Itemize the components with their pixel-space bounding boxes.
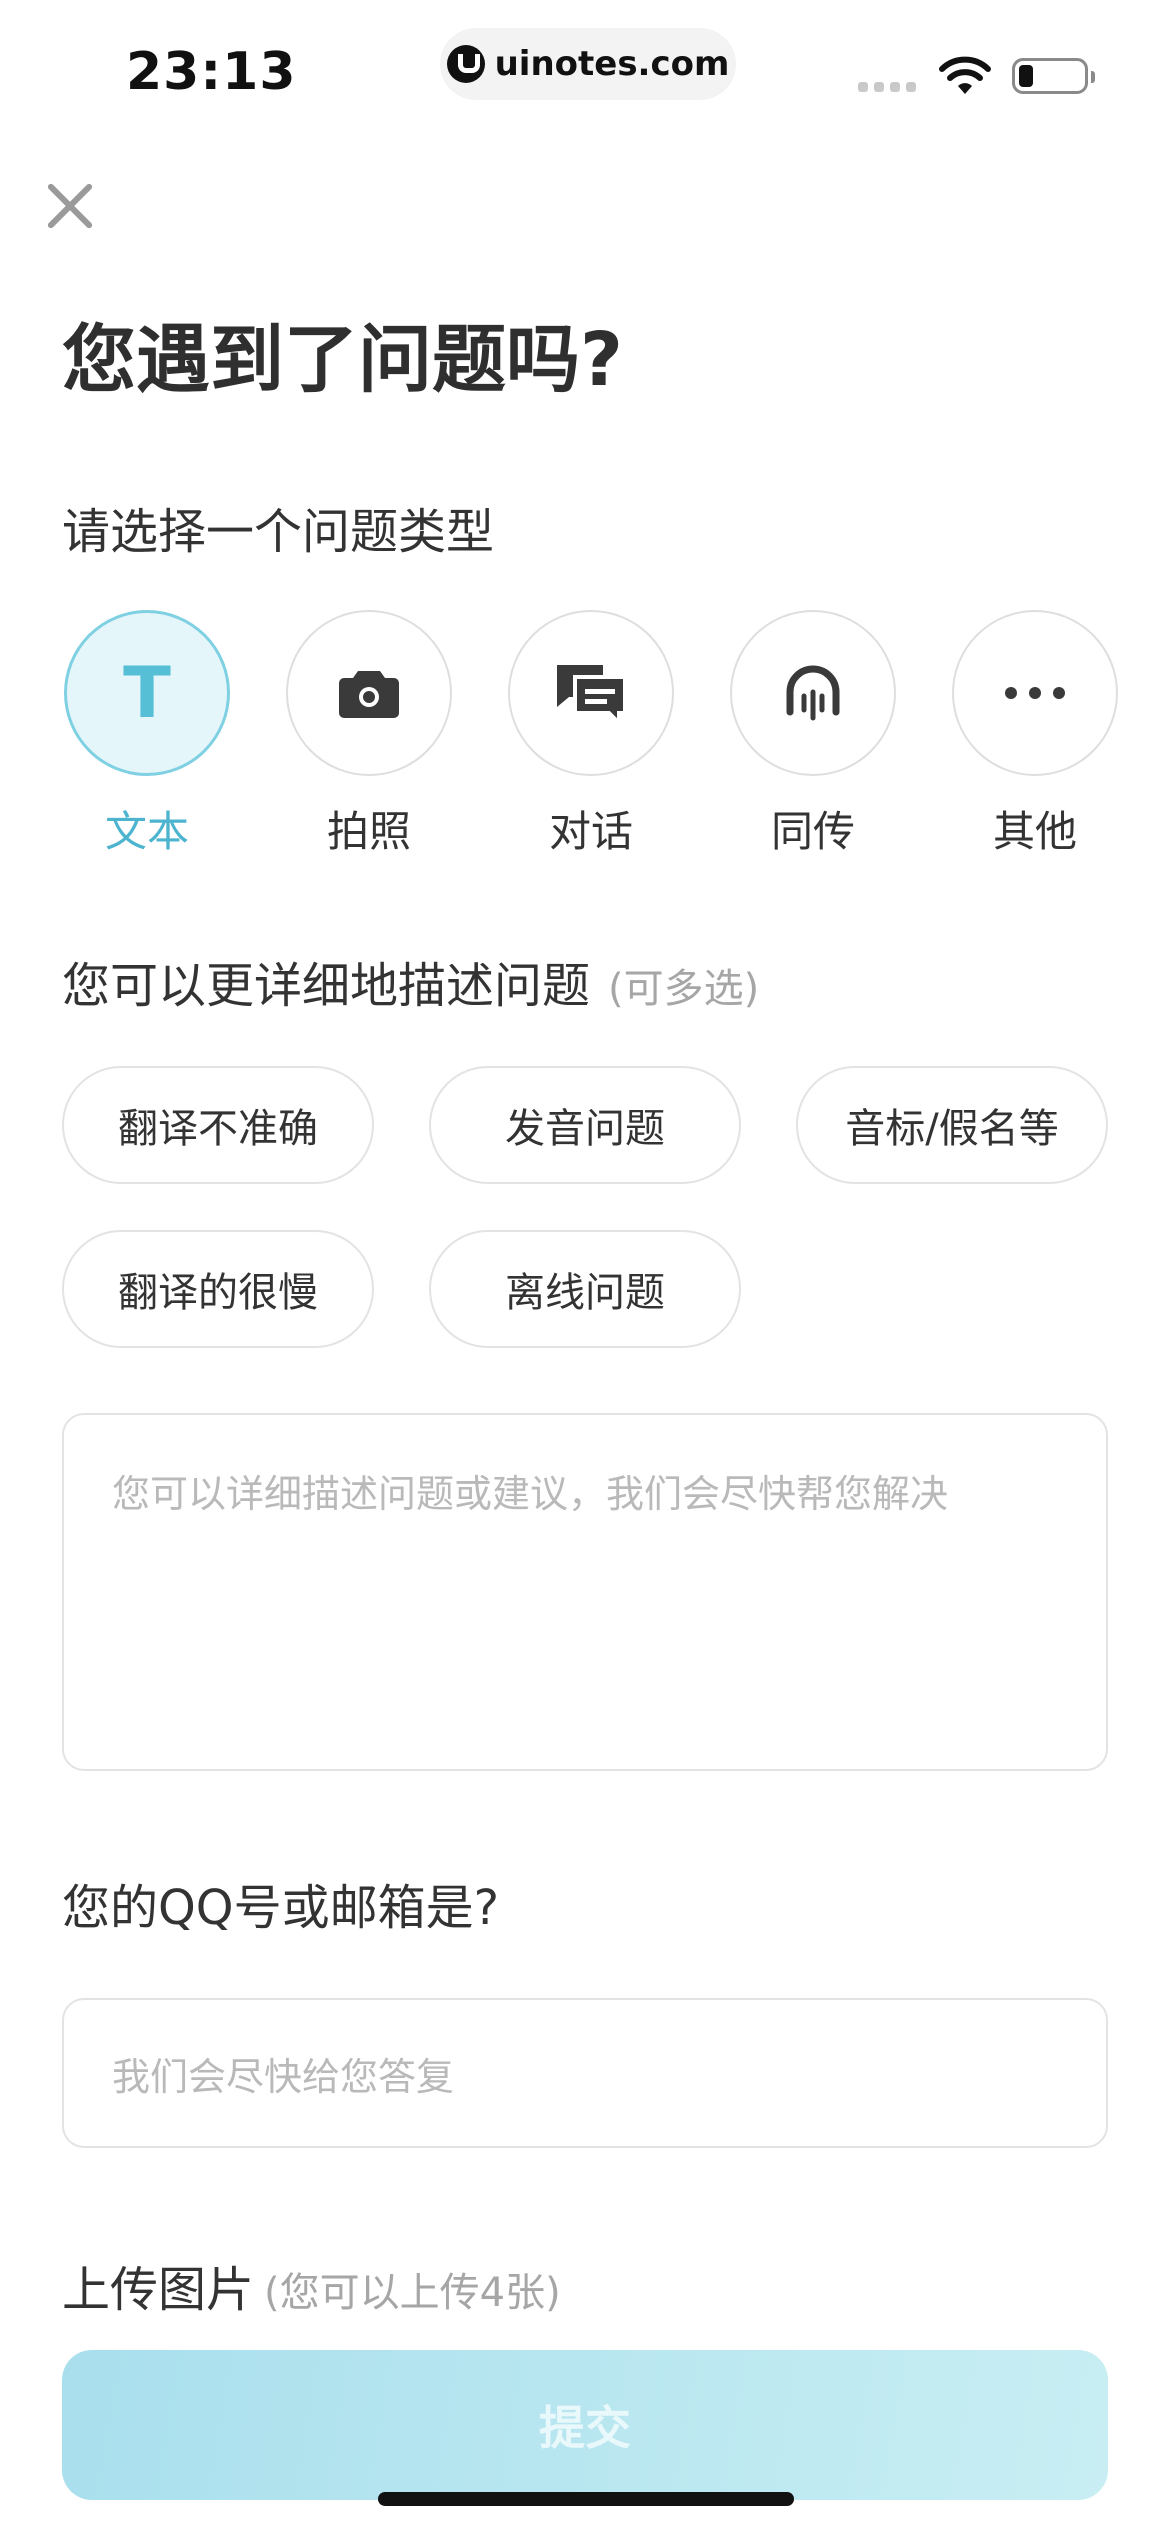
status-time: 23:13 — [126, 42, 297, 102]
contact-input[interactable]: 我们会尽快给您答复 — [62, 1998, 1108, 2148]
type-option-conversation[interactable]: 对话 — [506, 610, 676, 859]
type-label: 同传 — [770, 807, 855, 856]
type-option-other[interactable]: 其他 — [950, 610, 1120, 859]
more-dots-icon — [1005, 687, 1065, 699]
type-section-label: 请选择一个问题类型 — [62, 504, 495, 560]
chip-slow-translation[interactable]: 翻译的很慢 — [62, 1230, 374, 1348]
battery-icon — [1012, 58, 1095, 94]
text-t-icon: T — [123, 652, 171, 734]
type-label: 其他 — [992, 807, 1077, 856]
chip-pronunciation[interactable]: 发音问题 — [429, 1066, 741, 1184]
type-option-interpretation[interactable]: 同传 — [728, 610, 898, 859]
contact-section-label: 您的QQ号或邮箱是? — [62, 1880, 500, 1936]
upload-label-text: 上传图片 — [62, 2262, 255, 2318]
type-circle — [508, 610, 674, 776]
cellular-signal-icon — [858, 82, 916, 92]
type-option-photo[interactable]: 拍照 — [284, 610, 454, 859]
submit-button[interactable]: 提交 — [62, 2350, 1108, 2500]
type-circle: T — [64, 610, 230, 776]
detail-label-text: 您可以更详细地描述问题 — [62, 958, 591, 1014]
type-circle — [286, 610, 452, 776]
detail-section-label: 您可以更详细地描述问题 (可多选) — [62, 946, 759, 1016]
home-indicator[interactable] — [378, 2492, 794, 2506]
url-pill[interactable]: uinotes.com — [440, 28, 736, 100]
type-label: 文本 — [104, 807, 189, 856]
chip-inaccurate-translation[interactable]: 翻译不准确 — [62, 1066, 374, 1184]
type-circle — [730, 610, 896, 776]
upload-section-label: 上传图片 (您可以上传4张) — [62, 2250, 561, 2320]
page-title: 您遇到了问题吗? — [62, 317, 623, 403]
url-text: uinotes.com — [494, 44, 730, 84]
type-option-text[interactable]: T 文本 — [62, 610, 232, 859]
chip-phonetic[interactable]: 音标/假名等 — [796, 1066, 1108, 1184]
chip-offline[interactable]: 离线问题 — [429, 1230, 741, 1348]
type-circle — [952, 610, 1118, 776]
camera-icon — [339, 671, 399, 718]
detail-hint: (可多选) — [608, 966, 760, 1012]
conversation-icon — [557, 665, 627, 723]
simultaneous-interpretation-icon — [786, 665, 840, 721]
type-label: 拍照 — [326, 807, 411, 856]
close-icon[interactable] — [44, 180, 96, 232]
upload-hint: (您可以上传4张) — [264, 2270, 561, 2316]
description-textarea[interactable]: 您可以详细描述问题或建议，我们会尽快帮您解决 — [62, 1413, 1108, 1771]
type-label: 对话 — [548, 807, 633, 856]
wifi-icon — [939, 56, 991, 94]
site-logo-icon — [446, 45, 485, 83]
